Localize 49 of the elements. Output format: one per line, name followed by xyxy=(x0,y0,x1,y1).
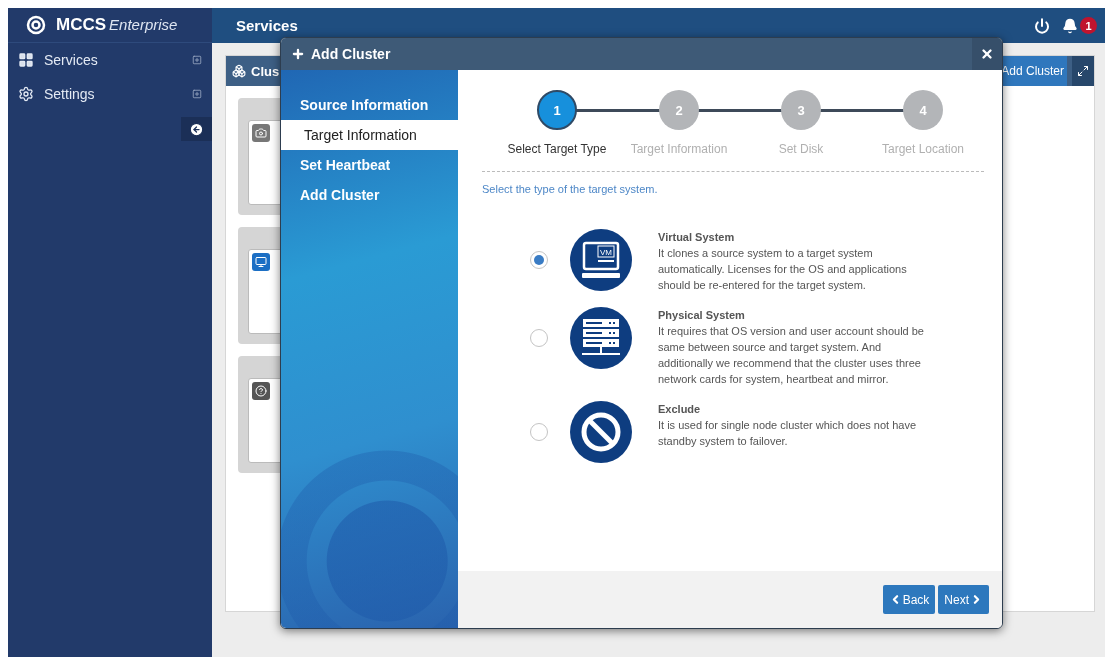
close-icon xyxy=(980,47,994,61)
collapse-button[interactable] xyxy=(181,117,212,141)
bell-icon[interactable] xyxy=(1062,17,1078,34)
step-label: Select Target Type xyxy=(507,142,607,156)
close-button[interactable] xyxy=(972,38,1002,70)
step-label: Set Disk xyxy=(778,142,824,156)
camera-icon xyxy=(252,124,270,142)
step-number: 1 xyxy=(537,90,577,130)
notification-badge: 1 xyxy=(1080,17,1097,34)
option-description: It requires that OS version and user account should be same between source and target system. And additionally we recommend that the cluster uses three network cards for system, heartbeat and mirror. xyxy=(658,324,925,387)
option-title: Exclude xyxy=(658,402,702,417)
expand-button[interactable] xyxy=(1072,56,1094,86)
step-number: 3 xyxy=(781,90,821,130)
back-button[interactable]: Back xyxy=(882,585,936,614)
step-label: Target Information xyxy=(630,142,728,156)
option-description: It is used for single node cluster which does not have standby system to failover. xyxy=(658,418,918,449)
grid-icon xyxy=(18,52,34,68)
nav-item[interactable]: Add Cluster xyxy=(281,180,458,210)
step-number: 4 xyxy=(903,90,943,130)
step-number: 2 xyxy=(659,90,699,130)
sidebar-item[interactable]: Services xyxy=(8,43,212,77)
server-icon xyxy=(570,307,632,369)
panel-title: Clus xyxy=(251,63,281,79)
gear-icon xyxy=(18,86,34,102)
question-icon xyxy=(252,382,270,400)
monitor-icon xyxy=(252,253,270,271)
radio-button[interactable] xyxy=(530,423,548,441)
computer-icon: VM xyxy=(570,229,632,291)
cluster-icon xyxy=(232,64,246,78)
radio-button[interactable] xyxy=(530,329,548,347)
radio-button[interactable] xyxy=(530,251,548,269)
dialog-title: Add Cluster xyxy=(311,46,392,62)
arrow-left-icon xyxy=(189,121,204,137)
logo-icon xyxy=(26,15,46,35)
logo-text: MCCS Enterprise xyxy=(56,15,178,35)
option-title: Physical System xyxy=(658,308,746,323)
power-icon[interactable] xyxy=(1034,17,1050,34)
option-description: It clones a source system to a target system automatically. Licenses for the OS and applications should be re-entered for the target system. xyxy=(658,246,908,293)
step-label: Target Location xyxy=(881,142,965,156)
nav-item[interactable]: Target Information xyxy=(281,120,458,150)
next-button[interactable]: Next xyxy=(938,585,989,614)
plus-icon xyxy=(291,47,305,61)
sidebar-item[interactable]: Settings xyxy=(8,77,212,111)
nav-item[interactable]: Set Heartbeat xyxy=(281,150,458,180)
option-title: Virtual System xyxy=(658,230,736,245)
instruction-text: Select the type of the target system. xyxy=(482,183,659,195)
page-title: Services xyxy=(236,17,299,34)
prohibited-icon xyxy=(570,401,632,463)
nav-item[interactable]: Source Information xyxy=(281,90,458,120)
